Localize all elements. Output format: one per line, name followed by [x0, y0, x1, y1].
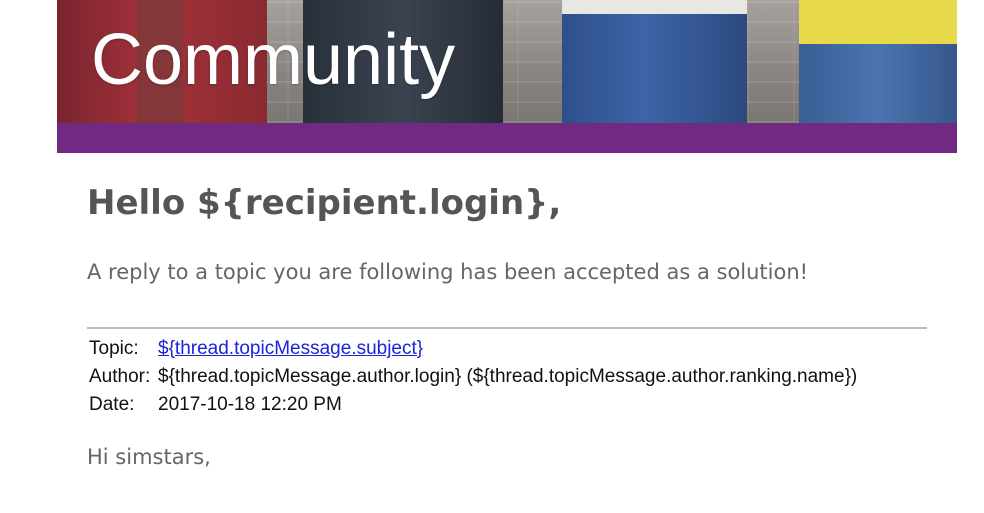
email-container: Community Hello ${recipient.login}, A re…: [57, 0, 957, 469]
intro-text: A reply to a topic you are following has…: [87, 260, 809, 284]
email-body: Hello ${recipient.login}, A reply to a t…: [57, 181, 957, 469]
banner-person-yellow-shirt: [799, 0, 957, 44]
date-label: Date:: [89, 394, 135, 415]
salutation-text: Hi simstars,: [87, 445, 211, 469]
author-row: Author: ${thread.topicMessage.author.log…: [87, 363, 857, 391]
greeting-heading: Hello ${recipient.login},: [87, 183, 562, 223]
banner-person-white-shirt: [562, 0, 747, 14]
topic-label: Topic:: [89, 338, 139, 359]
author-label: Author:: [89, 366, 151, 387]
community-banner: Community: [57, 0, 957, 123]
topic-value-cell: ${thread.topicMessage.subject}: [156, 335, 857, 363]
topic-details-table: Topic: ${thread.topicMessage.subject} Au…: [87, 335, 857, 419]
banner-person-jeans: [562, 0, 747, 123]
topic-row: Topic: ${thread.topicMessage.subject}: [87, 335, 857, 363]
banner-title: Community: [91, 20, 456, 100]
divider: [87, 327, 927, 329]
topic-link[interactable]: ${thread.topicMessage.subject}: [158, 338, 423, 359]
accent-bar: [57, 123, 957, 153]
date-value: 2017-10-18 12:20 PM: [158, 394, 342, 415]
date-row: Date: 2017-10-18 12:20 PM: [87, 391, 857, 419]
author-value: ${thread.topicMessage.author.login} (${t…: [158, 366, 858, 387]
